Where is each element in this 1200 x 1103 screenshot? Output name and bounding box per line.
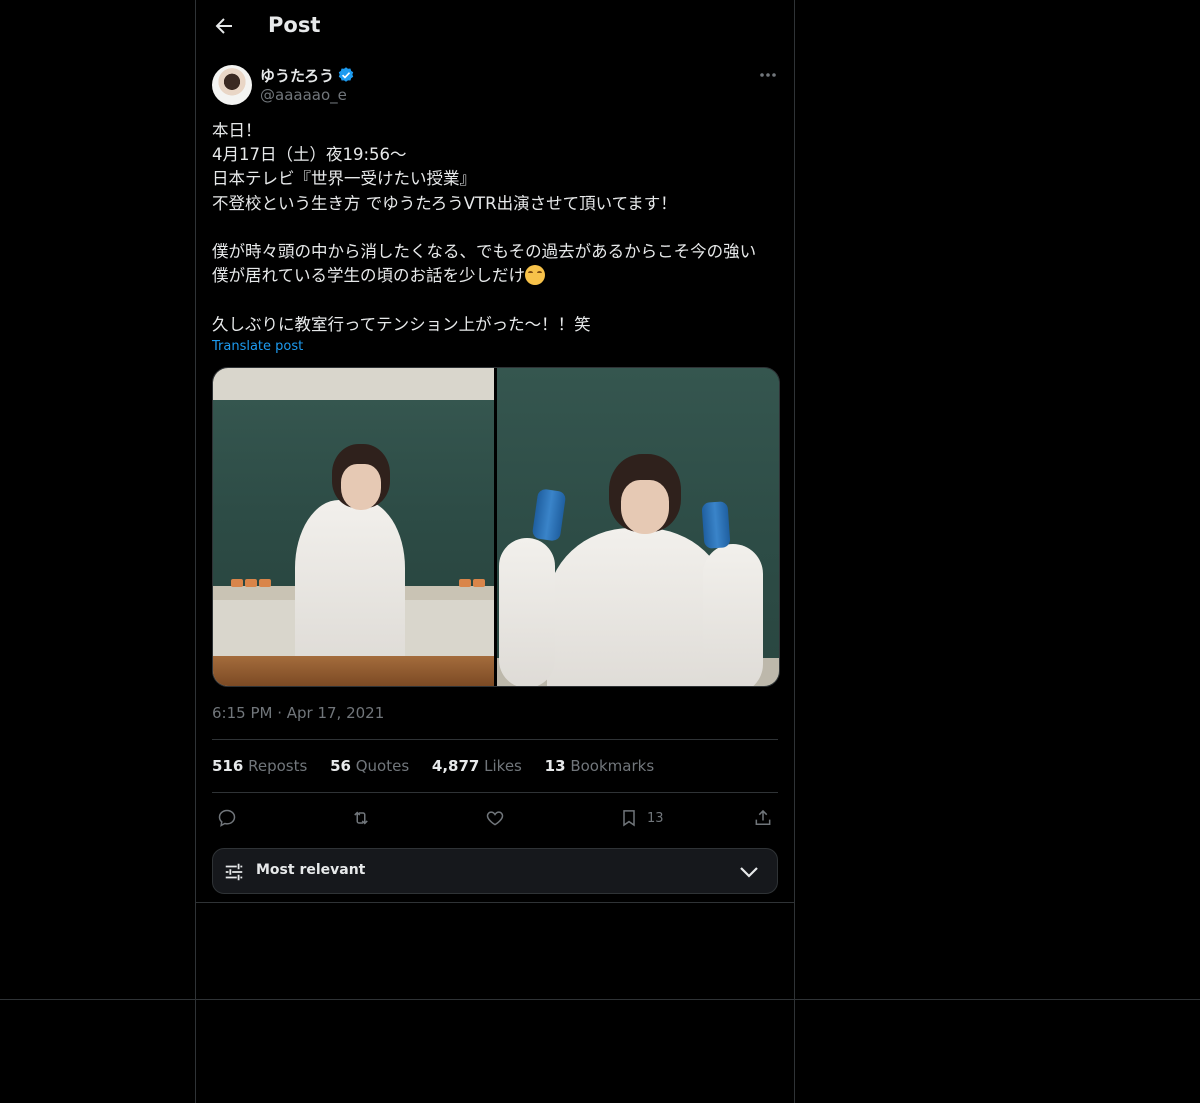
repost-icon (354, 811, 368, 825)
post-line-blank (212, 216, 778, 240)
eraser (231, 579, 243, 587)
repost-button[interactable] (351, 806, 371, 830)
post-stats: 516 Reposts 56 Quotes 4,877 Likes 13 Boo… (212, 757, 672, 775)
sliders-icon (225, 863, 243, 881)
author-name[interactable]: ゆうたろう (260, 65, 334, 86)
post-line: 不登校という生き方 でゆうたろうVTR出演させて頂いてます！ (212, 193, 677, 213)
bookmarks-count: 13 (544, 757, 566, 775)
reposts-count: 516 (212, 757, 244, 775)
desk (213, 656, 494, 686)
media-divider (494, 368, 497, 686)
page-title: Post (268, 13, 321, 37)
post-line: 僕が居れている学生の頃のお話を少しだけ (212, 266, 526, 286)
sort-label: Most relevant (256, 862, 366, 878)
author-handle[interactable]: @aaaaao_e (260, 86, 347, 104)
post-timestamp[interactable]: 6:15 PM · Apr 17, 2021 (212, 704, 384, 722)
left-column-border (195, 0, 196, 1103)
heart-icon (486, 811, 504, 826)
page-divider (0, 999, 1200, 1000)
post-media (212, 367, 780, 687)
quotes-stat[interactable]: 56 Quotes (330, 757, 409, 775)
right-column-border (794, 0, 795, 1103)
post-line: 4月17日（土）夜19:56〜 (212, 145, 407, 165)
likes-stat[interactable]: 4,877 Likes (432, 757, 522, 775)
eraser (259, 579, 271, 587)
bookmark-count: 13 (647, 810, 664, 826)
person-shirt (295, 500, 405, 670)
quotes-label: Quotes (355, 757, 410, 775)
post-line: 久しぶりに教室行ってテンション上がった〜！！笑 (212, 314, 591, 334)
reposts-label: Reposts (248, 757, 308, 775)
person-shirt (547, 528, 729, 686)
smiling-face-icon (525, 265, 546, 286)
likes-label: Likes (484, 757, 522, 775)
quotes-count: 56 (330, 757, 351, 775)
likes-count: 4,877 (431, 757, 480, 775)
person-arm-right (703, 544, 763, 686)
post-line-blank (212, 288, 778, 312)
chevron-down-icon (740, 867, 758, 878)
translate-post-link[interactable]: Translate post (212, 339, 303, 354)
avatar[interactable] (212, 65, 252, 105)
reposts-stat[interactable]: 516 Reposts (212, 757, 307, 775)
person-face (621, 480, 669, 534)
back-arrow-icon[interactable] (212, 14, 236, 38)
person-face (341, 464, 381, 510)
reply-button[interactable] (217, 806, 237, 830)
post-text: 本日！ 4月17日（土）夜19:56〜 日本テレビ『世界一受けたい授業』 不登校… (212, 119, 778, 337)
eraser (473, 579, 485, 587)
verified-badge-icon (338, 67, 354, 82)
post-line-with-emoji: 僕が居れている学生の頃のお話を少しだけ (212, 264, 778, 288)
share-button[interactable] (753, 806, 773, 830)
bookmark-icon (623, 810, 635, 827)
share-icon (755, 809, 771, 825)
eraser (245, 579, 257, 587)
photo-classroom-erasers[interactable] (497, 368, 779, 686)
bookmark-button[interactable]: 13 (619, 806, 664, 830)
eraser (459, 579, 471, 587)
post-line: 僕が時々頭の中から消したくなる、でもその過去があるからこそ今の強い (212, 242, 757, 262)
reply-icon (218, 809, 236, 827)
more-options-icon[interactable] (758, 68, 778, 82)
column-bottom-divider (196, 902, 794, 903)
post-line: 日本テレビ『世界一受けたい授業』 (212, 169, 476, 189)
person-arm-left (499, 538, 555, 686)
like-button[interactable] (485, 806, 505, 830)
post-line: 本日！ (212, 121, 262, 140)
blue-eraser-right (701, 501, 731, 549)
post-header: Post (196, 0, 794, 53)
bookmarks-stat[interactable]: 13 Bookmarks (545, 757, 654, 775)
bookmarks-label: Bookmarks (570, 757, 655, 775)
divider (212, 792, 778, 793)
reply-sort-dropdown[interactable]: Most relevant (212, 848, 778, 894)
photo-classroom-seated[interactable] (213, 368, 494, 686)
divider (212, 739, 778, 740)
